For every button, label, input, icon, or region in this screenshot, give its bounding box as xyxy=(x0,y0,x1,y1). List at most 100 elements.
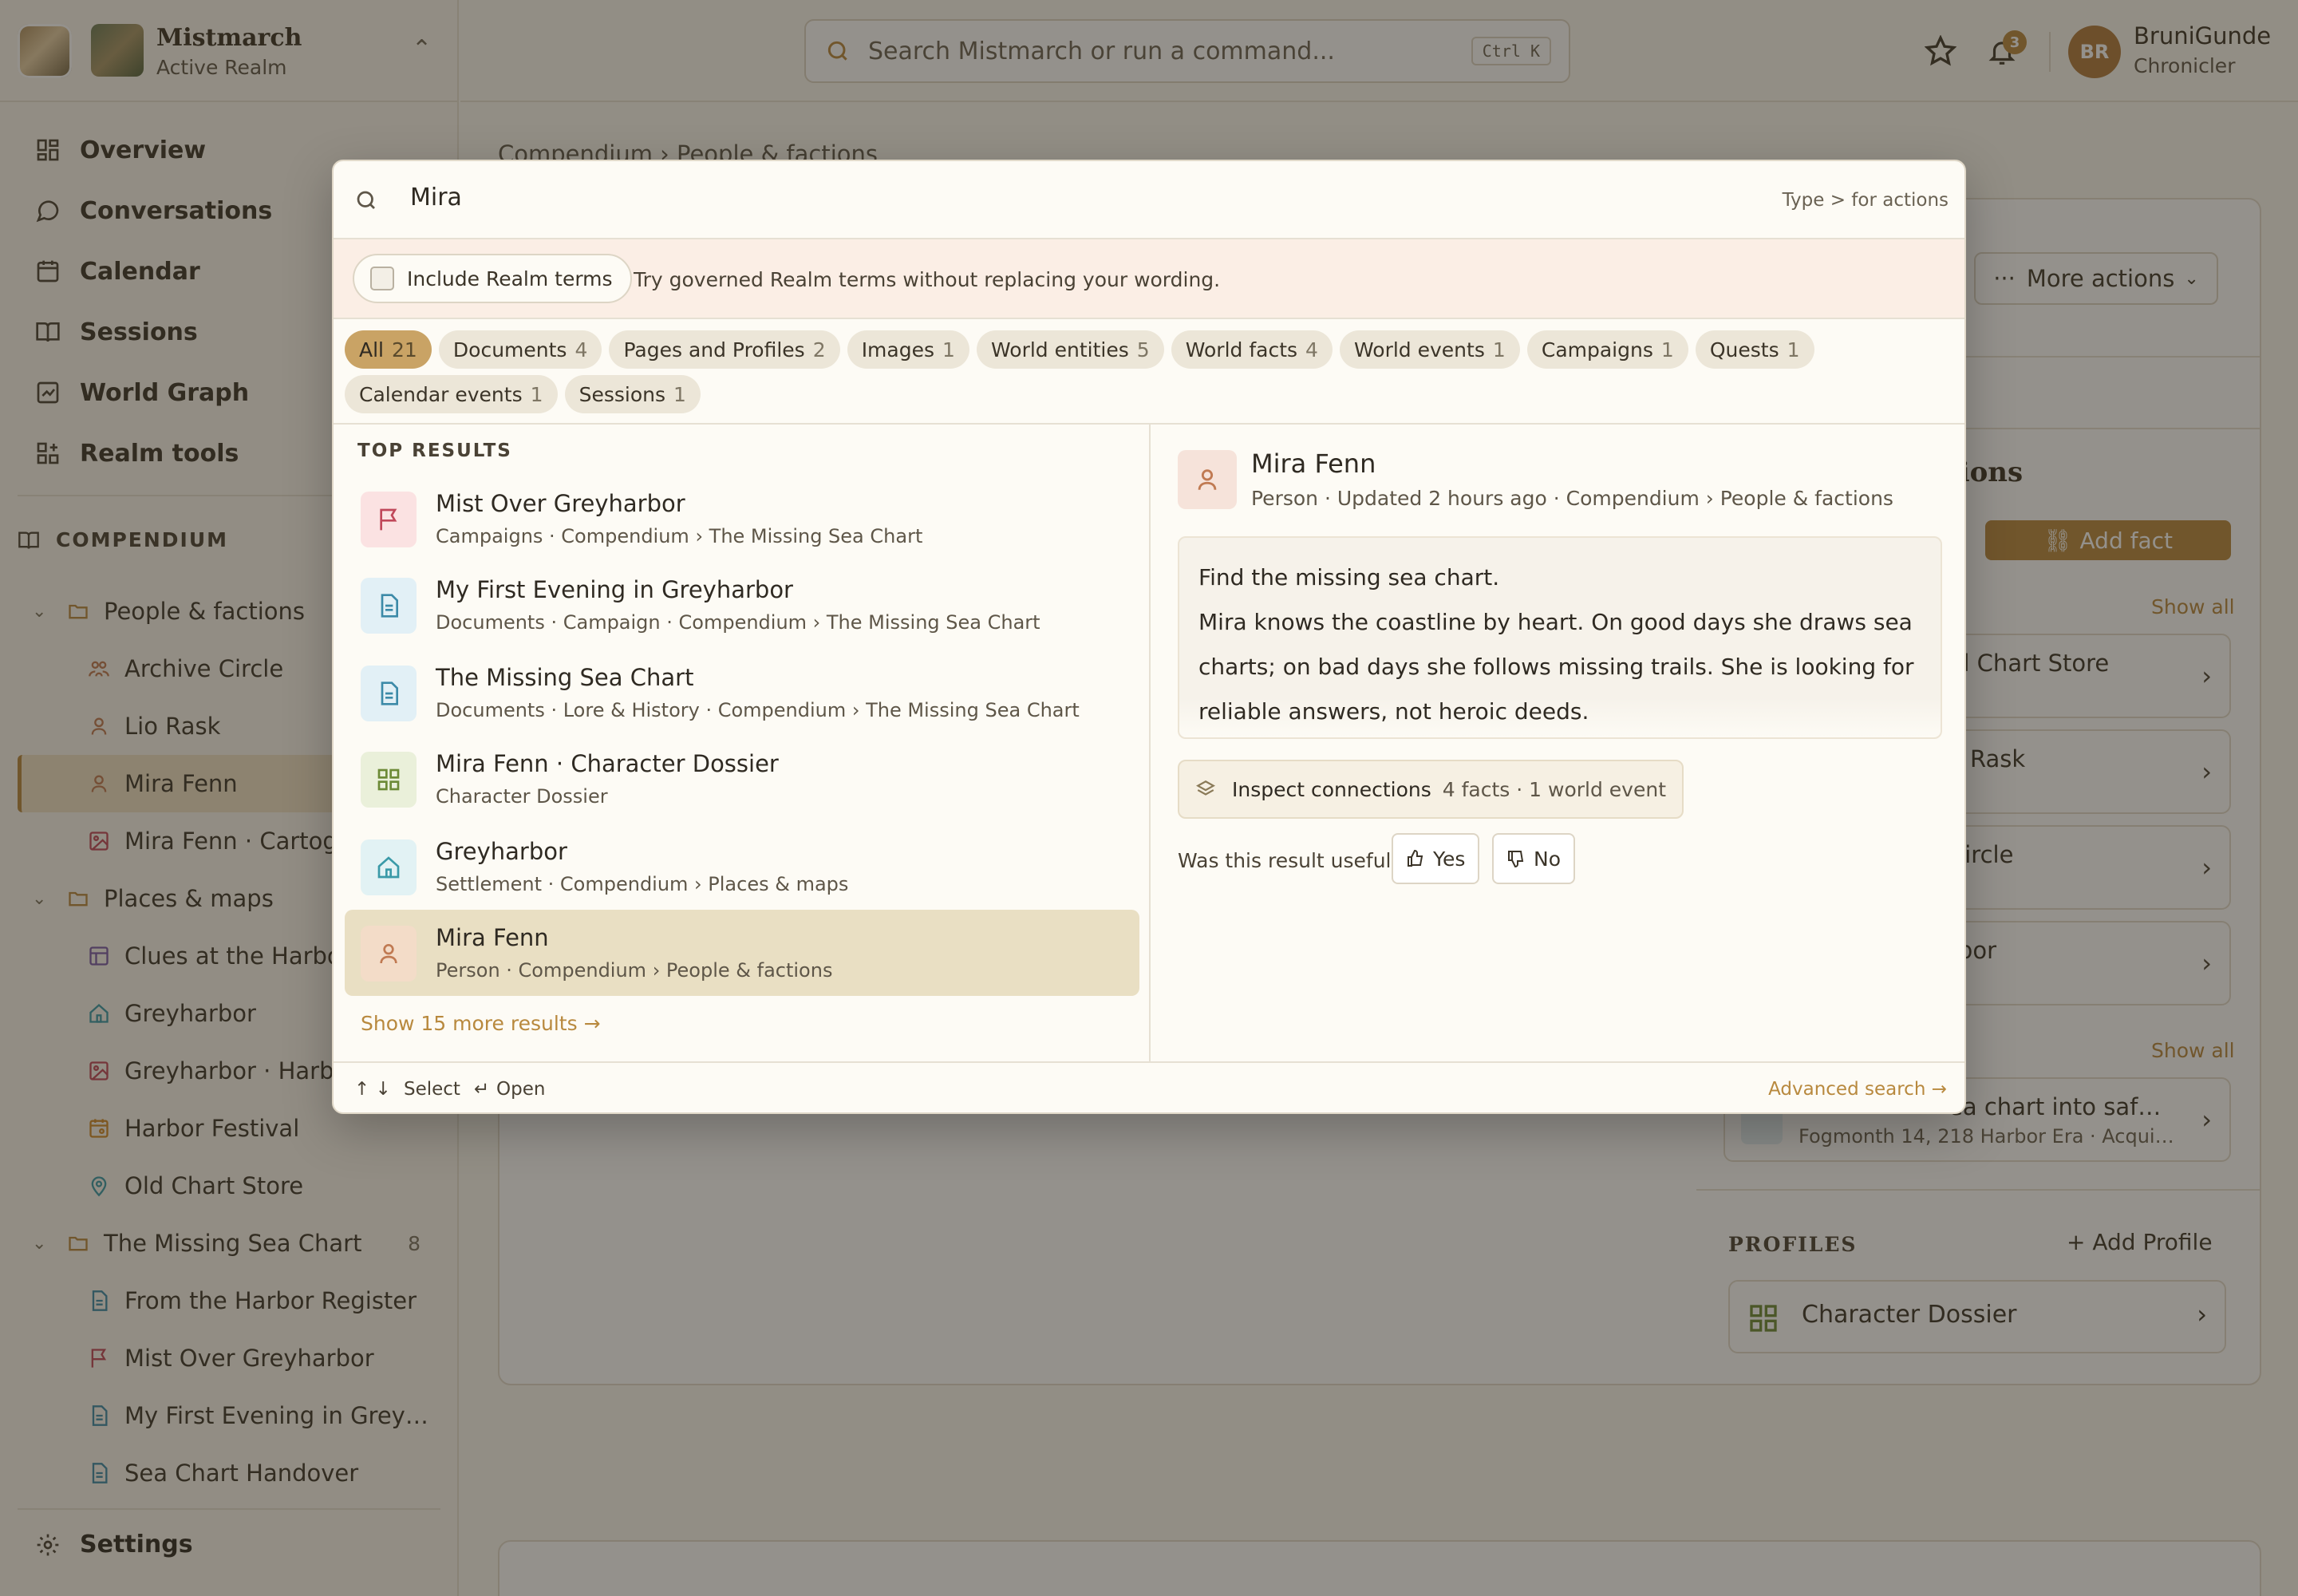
arrow-right-icon: → xyxy=(577,1012,601,1035)
no-label: No xyxy=(1534,847,1561,871)
chip-count: 1 xyxy=(1660,338,1674,361)
inspect-label: Inspect connections xyxy=(1232,777,1431,801)
search-icon xyxy=(357,191,375,209)
chip-label: Documents xyxy=(452,338,567,361)
show-more-label: Show 15 more results xyxy=(361,1012,578,1035)
include-terms-label: Include Realm terms xyxy=(407,267,613,290)
chip-label: World facts xyxy=(1185,338,1298,361)
inspect-meta: 4 facts · 1 world event xyxy=(1442,777,1666,801)
result-subtitle: Campaigns · Compendium › The Missing Sea… xyxy=(436,525,923,547)
advanced-search-label: Advanced search xyxy=(1768,1079,1926,1100)
filter-chip-all[interactable]: All 21 xyxy=(345,330,432,369)
results-pane: TOP RESULTS Mist Over Greyharbor Campaig… xyxy=(334,425,1151,1063)
layers-icon xyxy=(1196,780,1215,796)
result-subtitle: Person · Compendium › People & factions xyxy=(436,959,833,982)
result-title: Mira Fenn xyxy=(436,924,549,951)
palette-body: TOP RESULTS Mist Over Greyharbor Campaig… xyxy=(334,423,1964,1063)
result-item[interactable]: Greyharbor Settlement · Compendium › Pla… xyxy=(345,824,1139,910)
chip-count: 5 xyxy=(1136,338,1150,361)
preview-pane: Mira Fenn Person · Updated 2 hours ago ·… xyxy=(1152,425,1964,1063)
chip-label: Pages and Profiles xyxy=(623,338,805,361)
chip-label: Calendar events xyxy=(359,382,523,406)
realm-terms-bar: Include Realm terms Try governed Realm t… xyxy=(334,239,1964,319)
top-results-heading: TOP RESULTS xyxy=(357,440,512,461)
result-title: Greyharbor xyxy=(436,838,567,865)
result-item[interactable]: The Missing Sea Chart Documents · Lore &… xyxy=(345,650,1139,736)
home-icon xyxy=(361,839,417,895)
filter-chip-world-events[interactable]: World events 1 xyxy=(1340,330,1520,369)
chip-label: All xyxy=(359,338,384,361)
arrow-right-icon: → xyxy=(1925,1079,1947,1100)
palette-query[interactable]: Mira xyxy=(410,184,462,211)
chip-label: Images xyxy=(861,338,935,361)
inspect-connections-button[interactable]: Inspect connections 4 facts · 1 world ev… xyxy=(1178,760,1684,819)
person-icon xyxy=(361,926,417,982)
preview-excerpt: Find the missing sea chart. Mira knows t… xyxy=(1178,536,1942,739)
filter-chip-sessions[interactable]: Sessions 1 xyxy=(564,375,701,413)
document-icon xyxy=(361,666,417,721)
chip-count: 1 xyxy=(530,382,543,406)
document-icon xyxy=(361,578,417,634)
result-title: The Missing Sea Chart xyxy=(436,664,694,691)
filter-chip-images[interactable]: Images 1 xyxy=(847,330,969,369)
preview-summary: Find the missing sea chart. xyxy=(1198,564,1500,591)
result-subtitle: Character Dossier xyxy=(436,785,608,808)
result-item[interactable]: Mira Fenn · Character Dossier Character … xyxy=(345,736,1139,822)
result-subtitle: Settlement · Compendium › Places & maps xyxy=(436,873,849,895)
palette-hint: Type > for actions xyxy=(1782,190,1949,211)
palette-footer: ↑ ↓ Select ↵ Open Advanced search → xyxy=(334,1061,1964,1112)
chip-count: 1 xyxy=(942,338,955,361)
filter-chips: All 21 Documents 4 Pages and Profiles 2 Ima… xyxy=(345,327,1956,417)
thumbs-down-icon xyxy=(1508,851,1524,868)
result-title: Mira Fenn · Character Dossier xyxy=(436,750,779,777)
checkbox[interactable] xyxy=(370,267,394,290)
show-more-results-link[interactable]: Show 15 more results → xyxy=(361,1012,601,1035)
thumbs-up-icon xyxy=(1408,849,1423,867)
command-palette: Mira Type > for actions Include Realm te… xyxy=(332,160,1966,1114)
open-hint: Open xyxy=(496,1079,546,1100)
chip-label: Sessions xyxy=(578,382,666,406)
chip-count: 2 xyxy=(812,338,826,361)
feedback-no-button[interactable]: No xyxy=(1492,833,1575,884)
result-subtitle: Documents · Campaign · Compendium › The … xyxy=(436,611,1040,634)
chip-count: 4 xyxy=(1305,338,1318,361)
result-item[interactable]: My First Evening in Greyharbor Documents… xyxy=(345,562,1139,648)
flag-icon xyxy=(361,492,417,547)
chip-label: World entities xyxy=(991,338,1129,361)
result-subtitle: Documents · Lore & History · Compendium … xyxy=(436,699,1080,721)
chip-count: 1 xyxy=(1492,338,1506,361)
feedback-question: Was this result useful? xyxy=(1178,849,1402,872)
preview-body: Mira knows the coastline by heart. On go… xyxy=(1198,609,1914,725)
terms-hint: Try governed Realm terms without replaci… xyxy=(634,268,1221,291)
chip-count: 4 xyxy=(574,338,588,361)
result-item[interactable]: Mist Over Greyharbor Campaigns · Compend… xyxy=(345,476,1139,562)
preview-meta: Person · Updated 2 hours ago · Compendiu… xyxy=(1251,487,1893,510)
preview-title[interactable]: Mira Fenn xyxy=(1251,448,1376,479)
advanced-search-link[interactable]: Advanced search → xyxy=(1768,1079,1947,1100)
arrow-keys-icon: ↑ ↓ xyxy=(354,1079,391,1100)
result-title: Mist Over Greyharbor xyxy=(436,490,685,517)
filter-chip-documents[interactable]: Documents 4 xyxy=(438,330,602,369)
result-title: My First Evening in Greyharbor xyxy=(436,576,793,603)
filter-chip-world-facts[interactable]: World facts 4 xyxy=(1171,330,1333,369)
feedback-yes-button[interactable]: Yes xyxy=(1392,833,1480,884)
filter-chip-campaigns[interactable]: Campaigns 1 xyxy=(1526,330,1688,369)
include-realm-terms-toggle[interactable]: Include Realm terms xyxy=(353,254,632,303)
filter-chip-calendar-events[interactable]: Calendar events 1 xyxy=(345,375,558,413)
yes-label: Yes xyxy=(1433,847,1466,871)
filter-chip-world-entities[interactable]: World entities 5 xyxy=(977,330,1164,369)
filter-chip-quests[interactable]: Quests 1 xyxy=(1695,330,1814,369)
chip-label: Campaigns xyxy=(1541,338,1653,361)
chip-count: 1 xyxy=(1787,338,1800,361)
chip-label: World events xyxy=(1354,338,1485,361)
chip-count: 21 xyxy=(392,338,417,361)
filter-chip-pages[interactable]: Pages and Profiles 2 xyxy=(609,330,840,369)
chip-count: 1 xyxy=(673,382,686,406)
profile-grid-icon xyxy=(361,752,417,808)
result-item-selected[interactable]: Mira Fenn Person · Compendium › People &… xyxy=(345,910,1139,996)
select-hint: Select xyxy=(404,1079,460,1100)
enter-key-icon: ↵ xyxy=(474,1079,490,1100)
chip-label: Quests xyxy=(1709,338,1779,361)
palette-search[interactable]: Mira Type > for actions xyxy=(334,161,1964,239)
person-icon xyxy=(1178,450,1237,509)
